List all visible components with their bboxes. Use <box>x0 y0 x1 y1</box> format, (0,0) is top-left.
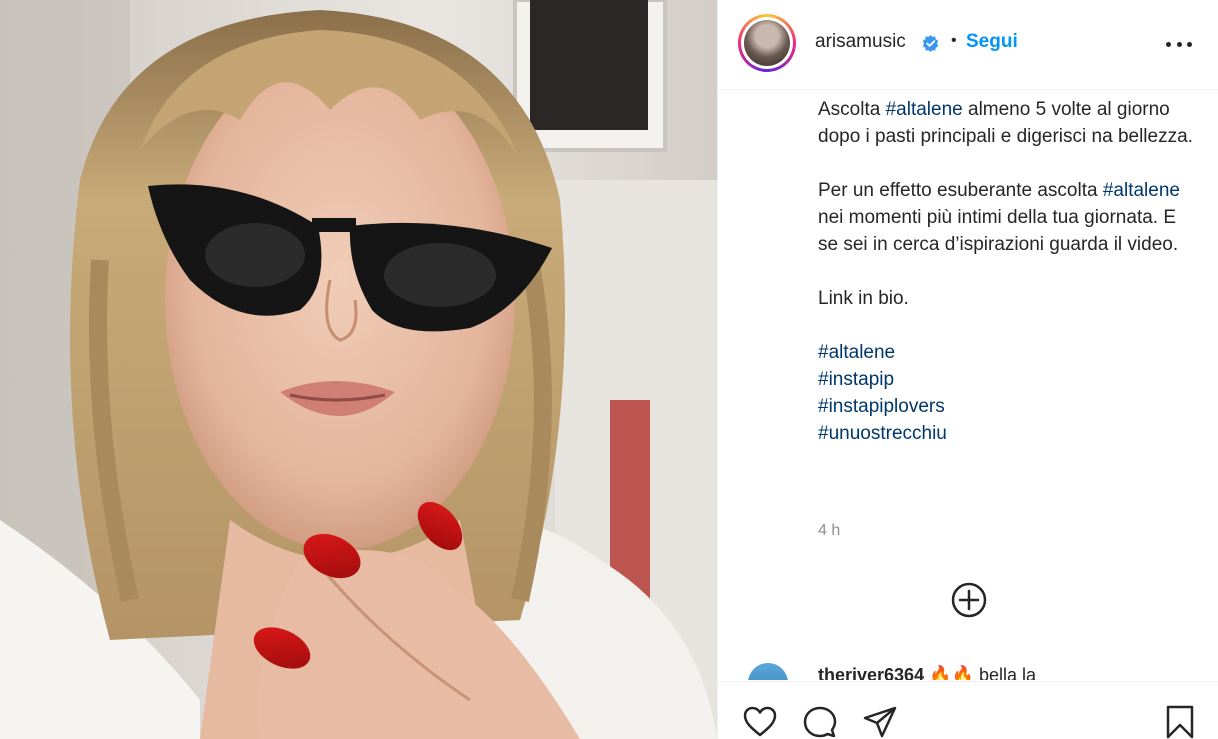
caption-text: Per un effetto esuberante ascolta <box>818 180 1103 201</box>
avatar-image <box>744 20 790 66</box>
hashtag-list: #altalene #instapip #instapiplovers #unu… <box>818 339 1198 447</box>
comment-icon[interactable] <box>802 704 838 739</box>
plus-circle-icon[interactable] <box>951 582 987 618</box>
more-dot <box>1187 41 1192 47</box>
follow-button[interactable]: Segui <box>966 31 1018 53</box>
more-dot <box>1176 41 1182 47</box>
post-timestamp[interactable]: 4 h <box>818 522 840 540</box>
comment-preview: theriver6364 🔥🔥 bella la <box>718 663 1218 680</box>
post-image <box>0 0 717 739</box>
caption-text: Ascolta <box>818 99 886 120</box>
caption-paragraph: Per un effetto esuberante ascolta #altal… <box>818 177 1198 258</box>
comment-emoji: 🔥🔥 <box>929 665 974 680</box>
post-side-panel: arisamusic • Segui Ascolta #altalene alm… <box>717 0 1218 739</box>
avatar[interactable] <box>738 14 796 72</box>
hashtag-link[interactable]: #unuostrecchiu <box>818 420 1198 447</box>
verified-badge-icon <box>922 34 939 53</box>
caption-text: nei momenti più intimi della tua giornat… <box>818 207 1179 255</box>
hashtag-link[interactable]: #altalene <box>886 99 963 120</box>
hashtag-link[interactable]: #altalene <box>818 339 1198 366</box>
comment-icon-graphic <box>803 706 837 738</box>
paper-plane-icon-graphic <box>863 706 897 738</box>
username-link[interactable]: arisamusic <box>815 31 906 53</box>
paper-plane-icon[interactable] <box>862 704 898 739</box>
avatar-border <box>741 17 793 69</box>
more-dot <box>1166 41 1171 47</box>
post-caption: Ascolta #altalene almeno 5 volte al gior… <box>818 96 1198 447</box>
post-header: arisamusic • Segui <box>718 0 1218 90</box>
caption-paragraph: Ascolta #altalene almeno 5 volte al gior… <box>818 96 1198 150</box>
bookmark-icon-graphic <box>1166 705 1194 739</box>
heart-icon[interactable] <box>742 704 778 739</box>
bookmark-icon[interactable] <box>1162 704 1198 739</box>
comment-avatar[interactable] <box>748 663 788 680</box>
heart-icon-graphic <box>743 706 777 737</box>
comment-body: bella la <box>978 665 1036 680</box>
more-options-icon[interactable] <box>1166 36 1192 52</box>
hashtag-link[interactable]: #instapiplovers <box>818 393 1198 420</box>
hashtag-link[interactable]: #altalene <box>1103 180 1180 201</box>
header-separator: • <box>951 32 957 49</box>
comment-text: theriver6364 🔥🔥 bella la <box>818 665 1036 680</box>
comment-username[interactable]: theriver6364 <box>818 665 924 680</box>
caption-paragraph: Link in bio. <box>818 288 909 309</box>
action-bar <box>718 681 1218 739</box>
hashtag-link[interactable]: #instapip <box>818 366 1198 393</box>
post-photo[interactable] <box>0 0 717 739</box>
